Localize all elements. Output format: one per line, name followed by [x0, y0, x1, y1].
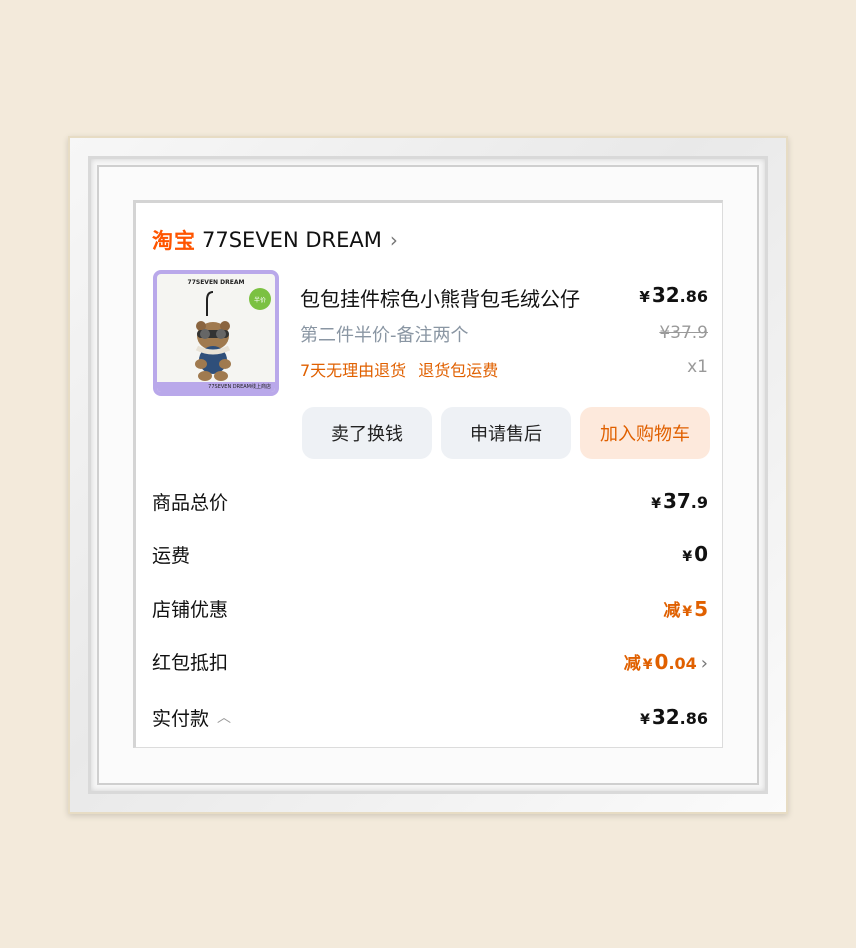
bear-keychain-image: [195, 291, 231, 381]
value-integer: 0: [694, 542, 708, 566]
red-packet-value: 减 ¥0.04 ›: [624, 649, 708, 674]
product-title[interactable]: 包包挂件棕色小熊背包毛绒公仔: [300, 283, 580, 312]
currency-symbol: ¥: [639, 288, 650, 306]
paid-label: 实付款: [152, 707, 210, 730]
discount-prefix: 减: [623, 653, 641, 674]
shop-link[interactable]: 淘宝 77SEVEN DREAM ›: [152, 225, 398, 255]
value-integer: 0: [654, 649, 669, 674]
quantity: x1: [687, 357, 708, 377]
product-thumbnail[interactable]: 77SEVEN DREAM 半价 77SEVEN DREAM线上商店: [153, 270, 279, 396]
chevron-up-icon: ︿: [217, 710, 232, 726]
goods-total-row: 商品总价 ¥37.9: [152, 487, 708, 515]
value-decimal: .9: [690, 493, 708, 512]
store-discount-label: 店铺优惠: [152, 598, 229, 621]
paid-value: ¥32.86: [640, 705, 708, 729]
chevron-right-icon: ›: [389, 228, 398, 252]
value-integer: 37: [662, 489, 691, 513]
shipping-value: ¥0: [682, 542, 708, 566]
store-discount-value: 减 ¥5: [663, 596, 708, 621]
shipping-row: 运费 ¥0: [152, 540, 708, 568]
chevron-right-icon: ›: [700, 652, 708, 674]
value-decimal: .04: [668, 653, 697, 673]
red-packet-row[interactable]: 红包抵扣 减 ¥0.04 ›: [152, 647, 708, 675]
value-decimal: .86: [679, 709, 708, 728]
currency-symbol: ¥: [682, 549, 693, 565]
taobao-logo: 淘宝: [152, 229, 196, 253]
paid-row: 实付款 ︿ ¥32.86: [152, 703, 708, 731]
tag-return-shipping: 退货包运费: [418, 361, 499, 380]
price-integer: 32: [651, 283, 680, 307]
shop-name: 77SEVEN DREAM: [202, 228, 382, 252]
goods-total-label: 商品总价: [152, 491, 229, 514]
value-integer: 5: [694, 596, 708, 621]
thumbnail-footer: 77SEVEN DREAM线上商店: [157, 382, 275, 392]
red-packet-label: 红包抵扣: [152, 651, 229, 674]
paid-toggle[interactable]: 实付款 ︿: [152, 704, 231, 731]
after-sale-button[interactable]: 申请售后: [441, 407, 571, 459]
product-price: ¥32.86: [639, 283, 708, 307]
store-discount-row: 店铺优惠 减 ¥5: [152, 594, 708, 622]
sell-button[interactable]: 卖了换钱: [302, 407, 432, 459]
product-image: 77SEVEN DREAM 半价 77SEVEN DREAM线上商店: [157, 274, 275, 392]
discount-prefix: 减: [663, 600, 681, 621]
currency-symbol: ¥: [651, 496, 661, 512]
value-integer: 32: [651, 705, 680, 729]
order-card: 淘宝 77SEVEN DREAM › 77SEVEN DREAM 半价 77SE…: [133, 200, 723, 748]
original-price: ¥37.9: [659, 323, 708, 343]
price-decimal: .86: [679, 287, 708, 306]
service-tags: 7天无理由退货 退货包运费: [300, 357, 498, 381]
goods-total-value: ¥37.9: [651, 489, 708, 513]
add-to-cart-button[interactable]: 加入购物车: [580, 407, 710, 459]
currency-symbol: ¥: [682, 603, 693, 620]
currency-symbol: ¥: [640, 712, 650, 728]
thumbnail-brand: 77SEVEN DREAM: [187, 279, 245, 286]
currency-symbol: ¥: [642, 656, 653, 673]
shipping-label: 运费: [152, 544, 191, 567]
product-sku-note: 第二件半价-备注两个: [300, 325, 469, 346]
tag-7day-return: 7天无理由退货: [300, 361, 407, 380]
